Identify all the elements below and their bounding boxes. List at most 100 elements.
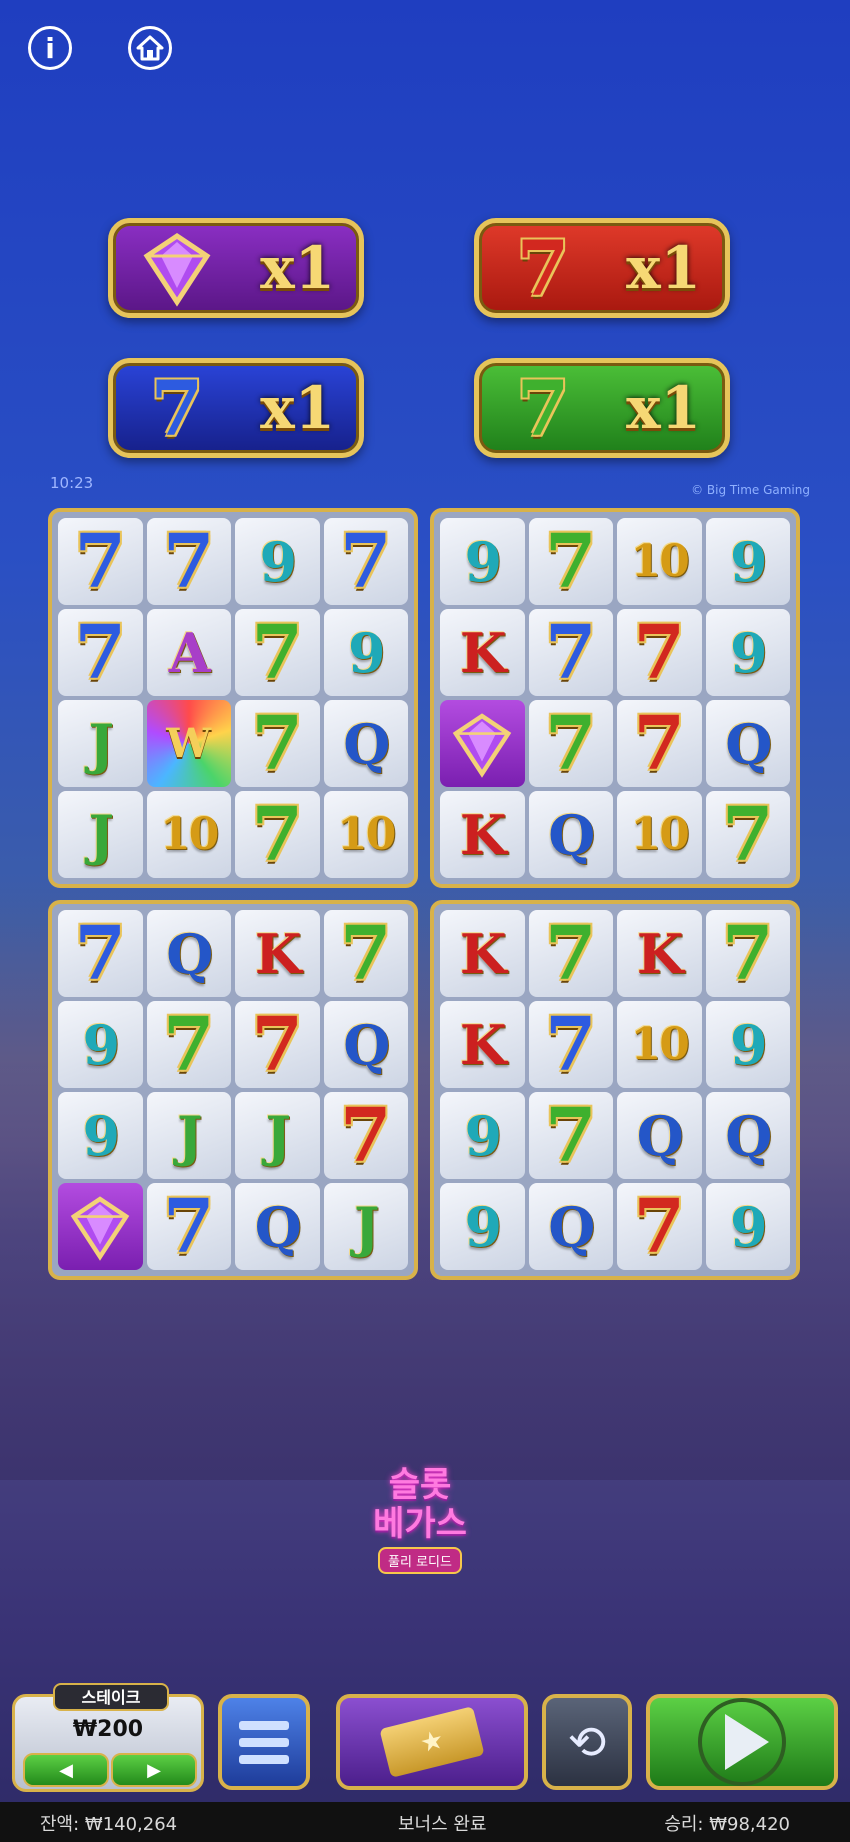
- stake-increase-button[interactable]: ▶: [111, 1753, 197, 1787]
- seven-green-symbol: 7: [528, 1092, 613, 1179]
- multiplier-value: x1: [626, 374, 701, 442]
- card-9-symbol: 9: [440, 1092, 525, 1179]
- seven-red-symbol: 7: [617, 700, 702, 787]
- multiplier-purple: x1: [108, 218, 364, 318]
- seven-red-symbol: 7: [617, 1183, 702, 1270]
- seven-blue-symbol: 7: [58, 910, 143, 997]
- menu-icon-bar: [239, 1754, 289, 1764]
- card-9-symbol: 9: [323, 609, 408, 696]
- ticket-icon: ★: [379, 1706, 485, 1778]
- reel-grid-1: 7 7 9 7 7 A 7 9 J W 7 Q J 10 7 10: [48, 508, 418, 888]
- seven-blue-symbol: 7: [58, 609, 143, 696]
- info-icon: i: [45, 31, 55, 65]
- seven-red-symbol: 7: [323, 1092, 408, 1179]
- play-icon: [698, 1698, 786, 1786]
- seven-green-symbol: 7: [528, 700, 613, 787]
- card-K-symbol: K: [440, 1001, 525, 1088]
- gem-symbol: [58, 1183, 143, 1270]
- card-Q-symbol: Q: [146, 910, 231, 997]
- menu-icon-bar: [239, 1720, 289, 1730]
- card-9-symbol: 9: [440, 518, 525, 605]
- card-9-symbol: 9: [705, 1001, 790, 1088]
- card-K-symbol: K: [440, 609, 525, 696]
- card-J-symbol: J: [323, 1183, 408, 1270]
- wild-symbol: W: [146, 700, 231, 787]
- win-text: 승리: ₩98,420: [664, 1814, 790, 1835]
- multiplier-value: x1: [260, 374, 335, 442]
- seven-green-symbol: 7: [323, 910, 408, 997]
- seven-green-symbol: 7: [235, 700, 320, 787]
- seven-blue-symbol: 7: [323, 518, 408, 605]
- card-9-symbol: 9: [705, 609, 790, 696]
- seven-green-symbol: 7: [528, 518, 613, 605]
- multiplier-blue: 7 x1: [108, 358, 364, 458]
- autoplay-button[interactable]: ⟲: [542, 1694, 632, 1790]
- seven-green-symbol: 7: [235, 609, 320, 696]
- seven-green-symbol: 7: [705, 910, 790, 997]
- seven-green-symbol: 7: [146, 1001, 231, 1088]
- card-K-symbol: K: [440, 910, 525, 997]
- card-J-symbol: J: [146, 1092, 231, 1179]
- control-bar: 스테이크 ₩200 ◀ ▶ ★ ⟲: [0, 1683, 850, 1802]
- autoplay-icon: ⟲: [567, 1715, 607, 1769]
- seven-green-symbol: 7: [705, 791, 790, 878]
- seven-icon: 7: [516, 223, 570, 313]
- multiplier-red: 7 x1: [474, 218, 730, 318]
- card-10-symbol: 10: [617, 791, 702, 878]
- reel-grid-2: 9 7 10 9 K 7 7 9 7 7 Q K Q 10 7: [430, 508, 800, 888]
- multiplier-value: x1: [626, 234, 701, 302]
- menu-icon-bar: [239, 1737, 289, 1747]
- menu-button[interactable]: [218, 1694, 310, 1790]
- seven-blue-symbol: 7: [146, 1183, 231, 1270]
- card-10-symbol: 10: [617, 518, 702, 605]
- seven-icon: 7: [516, 363, 570, 453]
- card-9-symbol: 9: [58, 1092, 143, 1179]
- gem-icon: [137, 228, 217, 308]
- card-J-symbol: J: [58, 791, 143, 878]
- card-Q-symbol: Q: [528, 791, 613, 878]
- seven-red-symbol: 7: [235, 1001, 320, 1088]
- arrow-right-icon: ▶: [147, 1759, 161, 1781]
- seven-blue-symbol: 7: [146, 518, 231, 605]
- game-logo: 슬롯 베가스 풀리 로디드: [350, 1465, 490, 1575]
- spin-button[interactable]: [646, 1694, 838, 1790]
- card-9-symbol: 9: [705, 518, 790, 605]
- status-bar: 잔액: ₩140,264 보너스 완료 승리: ₩98,420: [0, 1802, 850, 1842]
- seven-blue-symbol: 7: [58, 518, 143, 605]
- card-9-symbol: 9: [235, 518, 320, 605]
- balance-text: 잔액: ₩140,264: [40, 1814, 178, 1835]
- status-center-text: 보너스 완료: [398, 1814, 487, 1835]
- card-10-symbol: 10: [617, 1001, 702, 1088]
- card-Q-symbol: Q: [323, 700, 408, 787]
- card-K-symbol: K: [617, 910, 702, 997]
- seven-blue-symbol: 7: [528, 1001, 613, 1088]
- card-Q-symbol: Q: [323, 1001, 408, 1088]
- card-K-symbol: K: [235, 910, 320, 997]
- stake-label: 스테이크: [53, 1683, 169, 1711]
- card-Q-symbol: Q: [528, 1183, 613, 1270]
- card-Q-symbol: Q: [617, 1092, 702, 1179]
- card-10-symbol: 10: [146, 791, 231, 878]
- card-Q-symbol: Q: [235, 1183, 320, 1270]
- info-button[interactable]: i: [28, 26, 72, 70]
- card-J-symbol: J: [58, 700, 143, 787]
- clock: 10:23: [50, 474, 94, 492]
- card-9-symbol: 9: [58, 1001, 143, 1088]
- logo-line-1: 슬롯: [388, 1465, 452, 1505]
- logo-line-2: 베가스: [373, 1504, 467, 1545]
- stake-decrease-button[interactable]: ◀: [23, 1753, 109, 1787]
- card-A-symbol: A: [146, 609, 231, 696]
- seven-blue-symbol: 7: [528, 609, 613, 696]
- seven-green-symbol: 7: [235, 791, 320, 878]
- stake-value: ₩200: [72, 1717, 144, 1742]
- logo-line-3: 풀리 로디드: [378, 1547, 462, 1575]
- card-10-symbol: 10: [323, 791, 408, 878]
- home-button[interactable]: [128, 26, 172, 70]
- multiplier-value: x1: [260, 234, 335, 302]
- seven-red-symbol: 7: [617, 609, 702, 696]
- feature-buy-button[interactable]: ★: [336, 1694, 528, 1790]
- home-icon: [136, 35, 164, 61]
- brand-credit: © Big Time Gaming: [691, 483, 810, 497]
- card-9-symbol: 9: [705, 1183, 790, 1270]
- reel-grid-4: K 7 K 7 K 7 10 9 9 7 Q Q 9 Q 7 9: [430, 900, 800, 1280]
